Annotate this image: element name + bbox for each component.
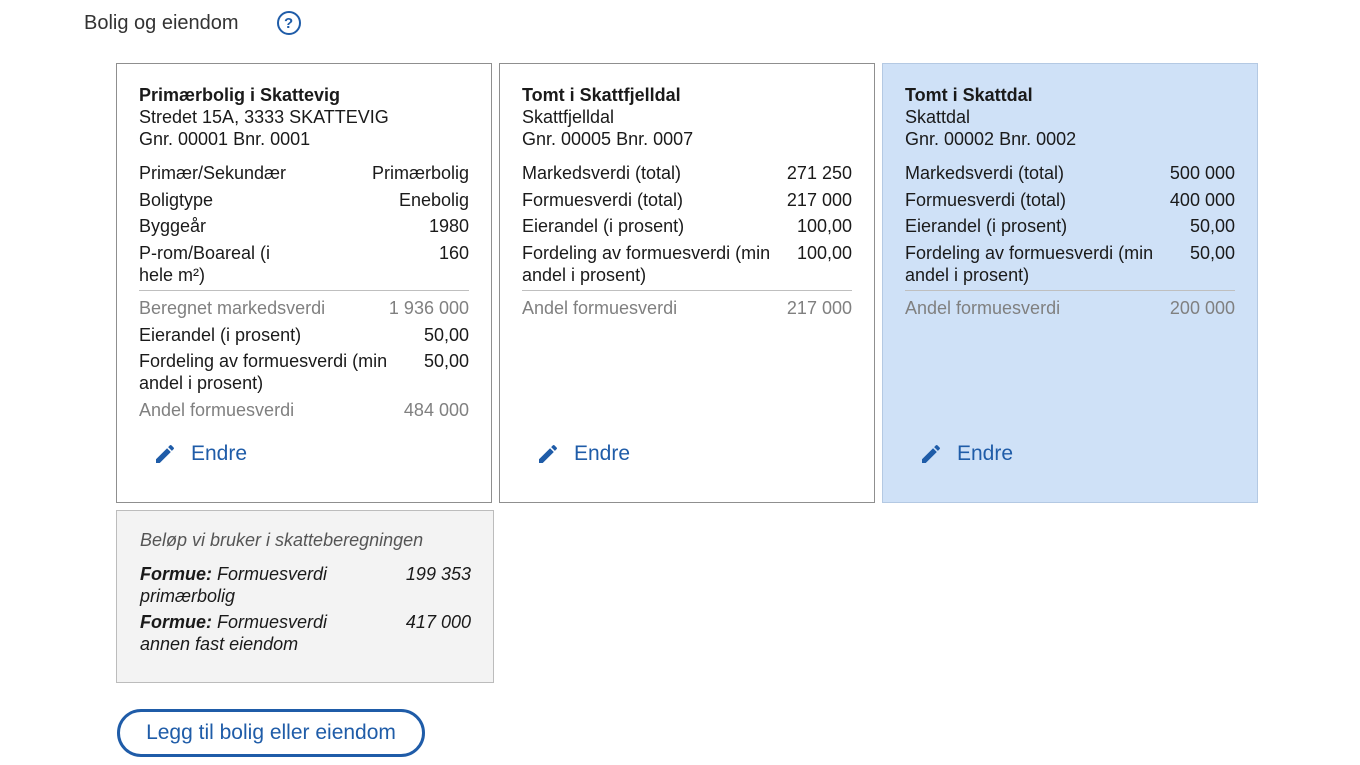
card-cadastral: Gnr. 00001 Bnr. 0001 — [139, 129, 311, 149]
row-value: 1 936 000 — [388, 298, 469, 318]
card-rows: Primær/Sekundær Primærbolig Boligtype En… — [139, 162, 469, 421]
row-label: Boligtype — [139, 189, 214, 210]
row-value: 50,00 — [423, 324, 469, 345]
row-value: 160 — [438, 242, 469, 263]
card-address: Skattdal — [905, 107, 971, 127]
property-card-primary: Primærbolig i Skattevig Stredet 15A, 333… — [116, 63, 492, 503]
row-label: Andel formuesverdi — [905, 298, 1061, 318]
edit-label: Endre — [957, 442, 1014, 465]
table-row: Fordeling av formuesverdi (min andel i p… — [139, 350, 469, 394]
card-address: Stredet 15A, 3333 SKATTEVIG — [139, 107, 389, 127]
row-label: Andel formuesverdi — [139, 399, 295, 420]
row-label: Eierandel (i prosent) — [905, 216, 1068, 236]
row-label: Andel formuesverdi — [522, 298, 678, 318]
pencil-icon — [922, 444, 941, 463]
row-value: 484 000 — [403, 399, 469, 420]
row-label: Markedsverdi (total) — [522, 163, 682, 183]
card-title: Tomt i Skattdal — [905, 85, 1033, 105]
table-row: Fordeling av formuesverdi (min andel i p… — [905, 242, 1235, 286]
share-row: Andel formuesverdi 217 000 — [522, 297, 852, 319]
row-label: Primær/Sekundær — [139, 163, 287, 183]
row-label: P-rom/Boareal (i hele m²) — [139, 242, 271, 285]
share-row: Andel formuesverdi 484 000 — [139, 399, 469, 421]
section-header: Bolig og eiendom ? — [84, 8, 301, 38]
row-value: 400 000 — [1169, 189, 1235, 210]
row-label: Formuesverdi (total) — [905, 189, 1067, 210]
table-row: Byggeår 1980 — [139, 215, 469, 237]
table-row: Eierandel (i prosent) 50,00 — [905, 215, 1235, 237]
summary-heading: Beløp vi bruker i skatteberegningen — [140, 530, 424, 550]
table-row: Fordeling av formuesverdi (min andel i p… — [522, 242, 852, 286]
summary-row-label-bold: Formue: — [140, 612, 212, 632]
edit-button[interactable]: Endre — [536, 442, 630, 466]
row-value: 500 000 — [1169, 163, 1235, 183]
summary-row: Formue: Formuesverdi annen fast eiendom … — [140, 611, 471, 655]
summary-row: Formue: Formuesverdi primærbolig 199 353 — [140, 563, 471, 607]
summary-row-label: Formue: Formuesverdi primærbolig — [140, 563, 350, 607]
row-label: Markedsverdi (total) — [905, 163, 1065, 183]
row-label: Eierandel (i prosent) — [522, 216, 685, 236]
property-card-lot-skattdal: Tomt i Skattdal Skattdal Gnr. 00002 Bnr.… — [882, 63, 1258, 503]
row-value: Primærbolig — [371, 163, 469, 183]
divider — [522, 290, 852, 291]
row-value: 50,00 — [1189, 242, 1235, 263]
card-cadastral: Gnr. 00002 Bnr. 0002 — [905, 129, 1077, 149]
card-rows: Markedsverdi (total) 500 000 Formuesverd… — [905, 162, 1235, 319]
tax-calculation-summary: Beløp vi bruker i skatteberegningen Form… — [116, 510, 494, 683]
row-value: 200 000 — [1169, 298, 1235, 318]
table-row: Boligtype Enebolig — [139, 189, 469, 211]
row-label: Beregnet markedsverdi — [139, 298, 326, 318]
row-label: Byggeår — [139, 216, 207, 236]
row-value: 100,00 — [796, 242, 852, 263]
edit-button[interactable]: Endre — [919, 442, 1013, 466]
add-property-button[interactable]: Legg til bolig eller eiendom — [117, 709, 425, 757]
card-address: Skattfjelldal — [522, 107, 615, 127]
row-value: 100,00 — [796, 216, 852, 236]
row-label: Fordeling av formuesverdi (min andel i p… — [139, 351, 388, 393]
property-card-lot-skattfjelldal: Tomt i Skattfjelldal Skattfjelldal Gnr. … — [499, 63, 875, 503]
row-label: Fordeling av formuesverdi (min andel i p… — [905, 242, 1154, 285]
table-row: Markedsverdi (total) 500 000 — [905, 162, 1235, 184]
row-label: Formuesverdi (total) — [522, 189, 684, 210]
table-row: P-rom/Boareal (i hele m²) 160 — [139, 242, 469, 286]
card-cadastral: Gnr. 00005 Bnr. 0007 — [522, 129, 694, 149]
table-row: Eierandel (i prosent) 100,00 — [522, 215, 852, 237]
edit-label: Endre — [574, 442, 631, 465]
section-title: Bolig og eiendom — [84, 11, 239, 34]
row-label: Fordeling av formuesverdi (min andel i p… — [522, 242, 771, 285]
table-row: Primær/Sekundær Primærbolig — [139, 162, 469, 184]
table-row: Formuesverdi (total) 217 000 — [522, 189, 852, 211]
row-value: 271 250 — [786, 163, 852, 183]
summary-row-label: Formue: Formuesverdi annen fast eiendom — [140, 611, 350, 655]
row-value: 1980 — [428, 216, 469, 236]
computed-market-value-row: Beregnet markedsverdi 1 936 000 — [139, 297, 469, 319]
divider — [905, 290, 1235, 291]
summary-row-value: 417 000 — [405, 612, 471, 632]
row-label: Eierandel (i prosent) — [139, 324, 302, 345]
pencil-icon — [539, 444, 558, 463]
share-row: Andel formuesverdi 200 000 — [905, 297, 1235, 319]
edit-label: Endre — [191, 442, 248, 465]
card-title: Primærbolig i Skattevig — [139, 85, 341, 105]
row-value: 217 000 — [786, 189, 852, 210]
table-row: Eierandel (i prosent) 50,00 — [139, 324, 469, 346]
edit-button[interactable]: Endre — [153, 442, 247, 466]
card-title: Tomt i Skattfjelldal — [522, 85, 681, 105]
row-value: 217 000 — [786, 298, 852, 318]
row-value: Enebolig — [398, 189, 469, 210]
row-value: 50,00 — [423, 351, 469, 371]
row-value: 50,00 — [1189, 216, 1235, 236]
card-rows: Markedsverdi (total) 271 250 Formuesverd… — [522, 162, 852, 319]
table-row: Markedsverdi (total) 271 250 — [522, 162, 852, 184]
pencil-icon — [156, 444, 175, 463]
help-icon[interactable]: ? — [276, 11, 301, 35]
summary-row-label-bold: Formue: — [140, 564, 212, 584]
summary-row-value: 199 353 — [405, 564, 471, 584]
divider — [139, 290, 469, 291]
table-row: Formuesverdi (total) 400 000 — [905, 189, 1235, 211]
